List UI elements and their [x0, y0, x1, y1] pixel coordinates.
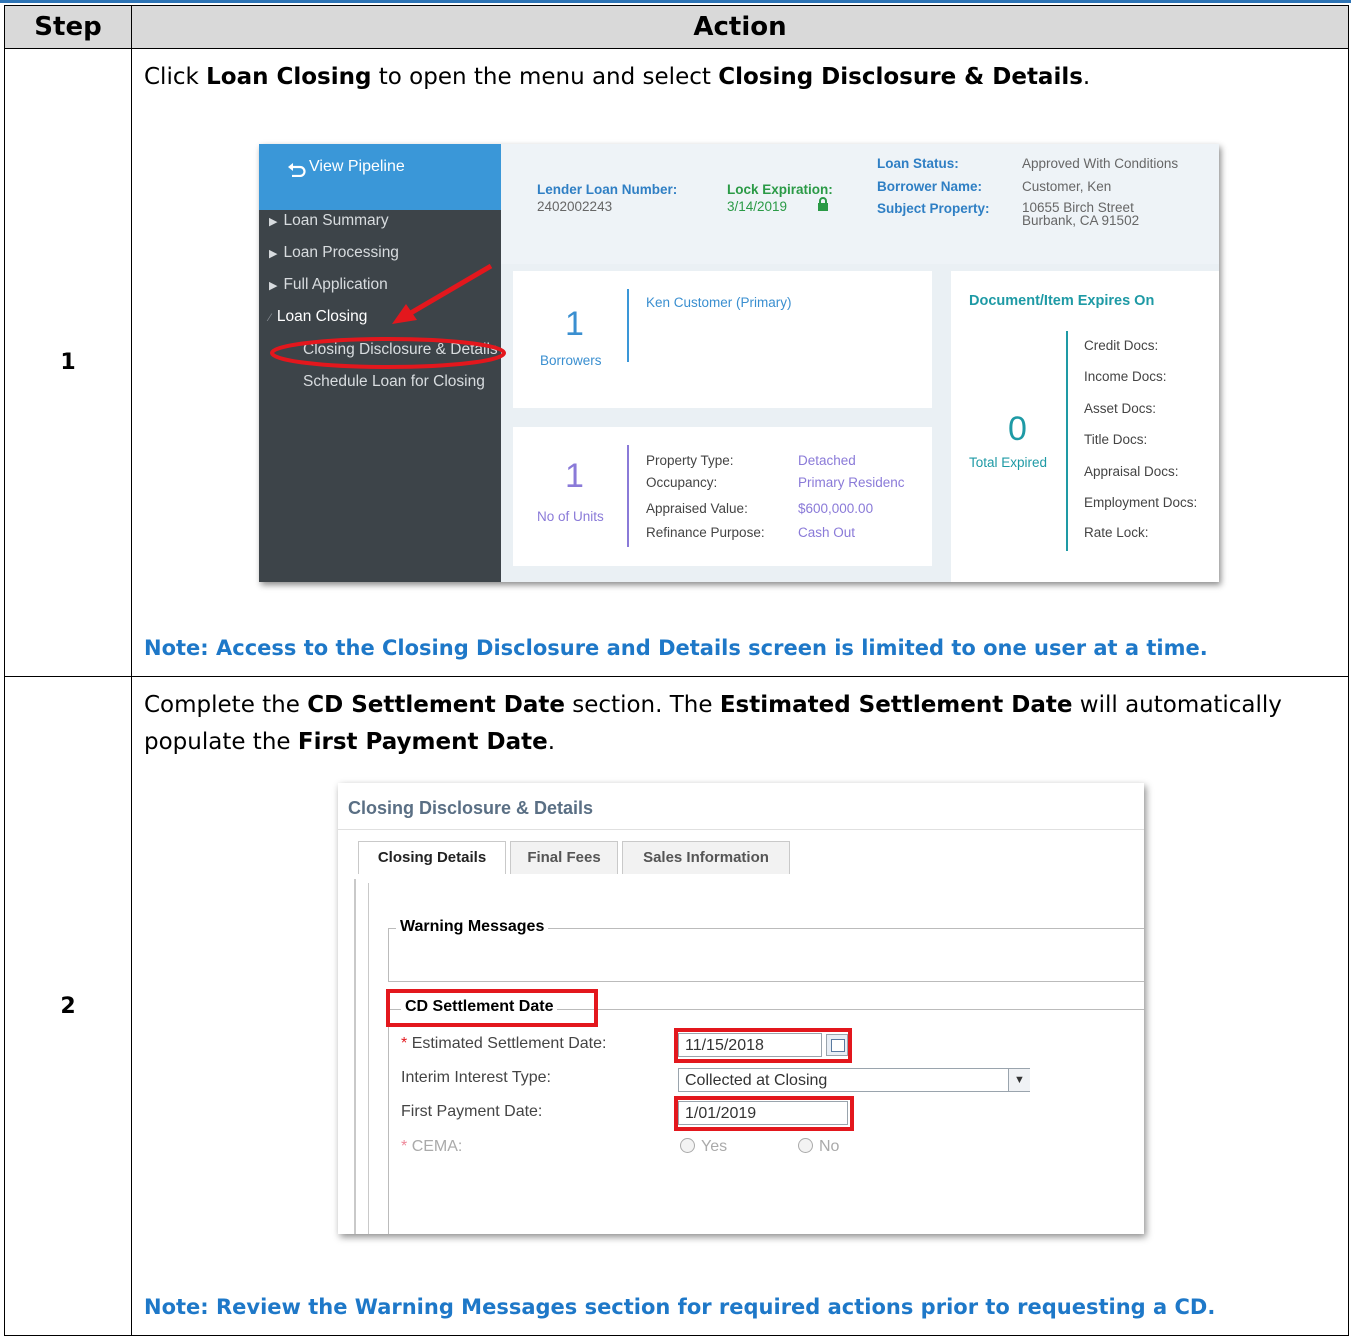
required-mark: * — [401, 1138, 408, 1155]
warning-messages-fieldset — [388, 928, 1144, 982]
interim-interest-label: Interim Interest Type: — [401, 1069, 551, 1086]
loan-dashboard-screenshot: View Pipeline ▶ Loan Summary ▶ Loan Proces… — [259, 144, 1219, 582]
action-cell: Click Loan Closing to open the menu and … — [131, 48, 1349, 677]
instruction-text: Click Loan Closing to open the menu and … — [144, 59, 1090, 96]
header-action: Action — [131, 5, 1349, 49]
tab-panel-border — [354, 879, 356, 1234]
top-border-line — [0, 0, 1351, 3]
text-bold: CD Settlement Date — [307, 692, 565, 718]
action-cell: Complete the CD Settlement Date section.… — [131, 676, 1349, 1336]
annotation-overlay — [270, 263, 506, 369]
pointer-arrow-line — [407, 263, 493, 317]
warning-note: Note: Review the Warning Messages sectio… — [144, 1295, 1216, 1319]
required-mark: * — [401, 1035, 408, 1052]
text-segment: section. The — [564, 692, 720, 718]
cema-yes-radio[interactable]: Yes — [680, 1138, 727, 1156]
instruction-text: Complete the CD Settlement Date section.… — [144, 687, 1324, 761]
text-segment: Click — [144, 64, 207, 90]
tab-final-fees[interactable]: Final Fees — [510, 841, 618, 874]
first-payment-label: First Payment Date: — [401, 1103, 543, 1120]
text-segment: . — [1082, 64, 1091, 90]
text-segment: Complete the — [144, 692, 308, 718]
radio-icon — [798, 1138, 813, 1153]
table-row: 2 Complete the CD Settlement Date sectio… — [4, 676, 1349, 1336]
text-bold: Closing Disclosure & Details — [718, 64, 1083, 90]
tab-closing-details[interactable]: Closing Details — [358, 841, 506, 874]
radio-icon — [680, 1138, 695, 1153]
step-number: 2 — [4, 676, 132, 1336]
header-step: Step — [4, 5, 132, 49]
table-header-row: Step Action — [4, 5, 1349, 49]
highlight-ellipse — [270, 337, 506, 369]
warning-messages-legend: Warning Messages — [396, 918, 549, 936]
radio-label: Yes — [701, 1138, 728, 1155]
estimated-settlement-label: Estimated Settlement Date: — [411, 1035, 607, 1052]
panel-title: Closing Disclosure & Details — [348, 798, 594, 818]
access-note: Note: Access to the Closing Disclosure a… — [144, 636, 1208, 660]
text-bold: Loan Closing — [206, 64, 372, 90]
radio-label: No — [819, 1138, 840, 1155]
table-row: 1 Click Loan Closing to open the menu an… — [4, 48, 1349, 677]
closing-disclosure-screenshot: Closing Disclosure & Details Closing Det… — [338, 783, 1144, 1234]
interim-interest-value: Collected at Closing — [685, 1072, 828, 1089]
cema-label: CEMA: — [411, 1138, 463, 1155]
step-number: 1 — [4, 48, 132, 677]
highlight-box — [674, 1096, 854, 1131]
text-segment: to open the menu and select — [371, 64, 719, 90]
text-bold: Estimated Settlement Date — [719, 692, 1073, 718]
interim-interest-select[interactable]: Collected at Closing — [678, 1068, 1030, 1092]
tab-sales-information[interactable]: Sales Information — [622, 841, 790, 874]
text-segment: . — [547, 729, 556, 755]
cema-no-radio[interactable]: No — [798, 1138, 839, 1156]
inner-panel-border — [368, 883, 369, 1234]
procedure-table: Step Action 1 Click Loan Closing to open… — [4, 5, 1349, 1336]
highlight-box — [674, 1028, 852, 1063]
text-bold: First Payment Date — [297, 729, 548, 755]
title-divider — [338, 829, 1144, 830]
chevron-down-icon[interactable]: ▼ — [1008, 1069, 1030, 1091]
highlight-box — [386, 989, 598, 1027]
